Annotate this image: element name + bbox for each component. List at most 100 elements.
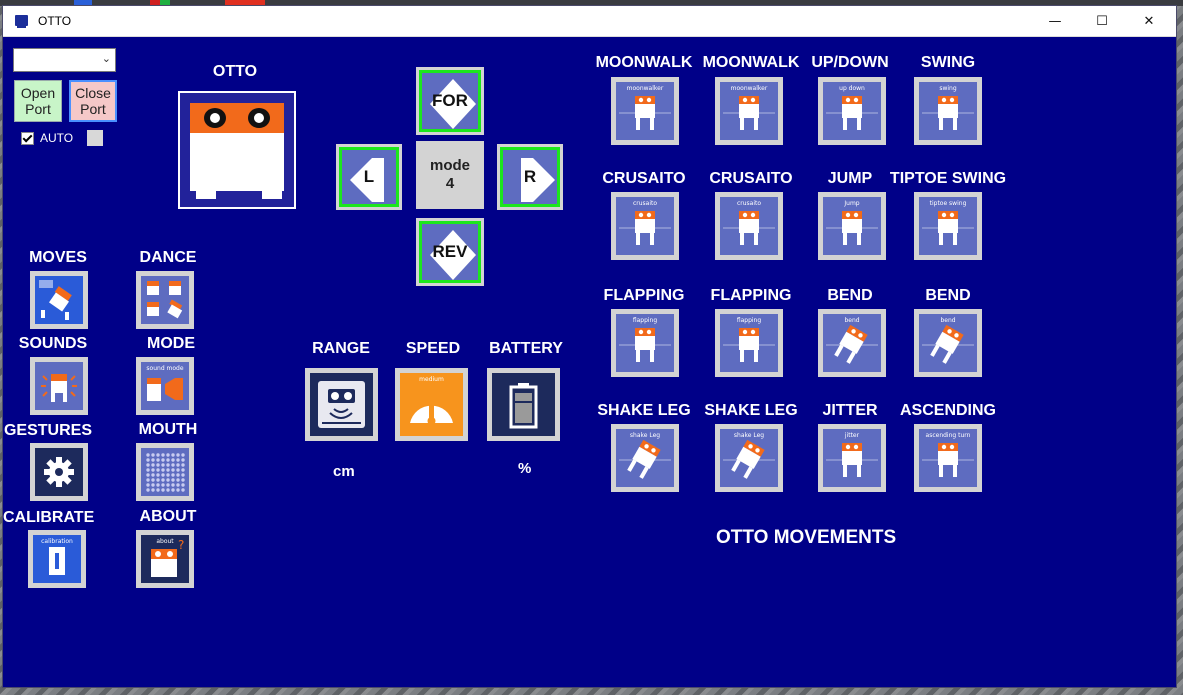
calibration-icon: calibration: [33, 535, 81, 583]
close-window-button[interactable]: ✕: [1126, 6, 1172, 36]
auto-checkbox[interactable]: [21, 131, 34, 145]
mini-caption: calibration: [41, 538, 73, 545]
auto-checkbox-row[interactable]: AUTO: [21, 131, 73, 145]
speedometer-icon: medium: [400, 373, 463, 436]
movement-label: MOONWALK: [702, 54, 800, 71]
menu-dance-button[interactable]: [136, 271, 194, 329]
menu-sounds-button[interactable]: [30, 357, 88, 415]
movement-label: SWING: [920, 54, 976, 71]
battery-unit: %: [518, 460, 532, 477]
close-port-label-1: Close: [75, 85, 111, 101]
client-area: ⌄ Open Port Close Port AUTO OTTO MOVES D…: [3, 37, 1176, 687]
menu-about-button[interactable]: ? about: [136, 530, 194, 588]
speed-level: medium: [419, 376, 444, 383]
app-icon: [15, 15, 28, 28]
movement-mini-caption: up down: [839, 85, 865, 92]
menu-label-moves: MOVES: [29, 249, 87, 266]
movement-mini-caption: moonwalker: [626, 85, 664, 92]
movement-label: TIPTOE SWING: [889, 170, 1007, 187]
menu-mouth-button[interactable]: [136, 443, 194, 501]
movement-mini-caption: flapping: [736, 317, 762, 324]
otto-head: [190, 103, 284, 133]
menu-mode-button[interactable]: sound mode: [136, 357, 194, 415]
sounds-icon: [35, 362, 83, 410]
battery-tile[interactable]: [487, 368, 560, 441]
movement-label: MOONWALK: [595, 54, 693, 71]
menu-moves-button[interactable]: [30, 271, 88, 329]
movement-button[interactable]: flapping: [715, 309, 783, 377]
robot-pose-icon: up down: [823, 82, 881, 140]
speed-tile[interactable]: medium: [395, 368, 468, 441]
menu-label-dance: DANCE: [139, 249, 197, 266]
movement-mini-caption: bend: [940, 317, 956, 324]
mode-icon: sound mode: [141, 362, 189, 410]
movement-button[interactable]: ascending turn: [914, 424, 982, 492]
mini-caption: sound mode: [146, 365, 184, 372]
speed-label: SPEED: [405, 340, 461, 357]
movement-button[interactable]: crusaito: [611, 192, 679, 260]
forward-button[interactable]: FOR: [416, 67, 484, 135]
about-icon: ? about: [141, 535, 189, 583]
menu-label-sounds: SOUNDS: [18, 335, 88, 352]
otto-title: OTTO: [212, 63, 258, 80]
movement-mini-caption: shake Leg: [629, 432, 661, 439]
maximize-button[interactable]: ☐: [1079, 6, 1125, 36]
mini-caption: about: [156, 538, 174, 545]
close-port-button[interactable]: Close Port: [69, 80, 117, 122]
otto-logo: [178, 91, 296, 209]
movement-button[interactable]: moonwalker: [715, 77, 783, 145]
open-port-button[interactable]: Open Port: [14, 80, 62, 122]
movement-mini-caption: jitter: [844, 432, 860, 439]
movement-button[interactable]: tiptoe swing: [914, 192, 982, 260]
movement-label: ASCENDING: [899, 402, 996, 419]
otto-body: [190, 133, 284, 191]
movement-button[interactable]: up down: [818, 77, 886, 145]
movement-mini-caption: Jump: [844, 200, 860, 207]
minimize-button[interactable]: —: [1032, 6, 1078, 36]
range-tile[interactable]: [305, 368, 378, 441]
robot-pose-icon: swing: [919, 82, 977, 140]
menu-label-gestures: GESTURES: [3, 422, 92, 439]
movement-button[interactable]: jitter: [818, 424, 886, 492]
window-title: OTTO: [38, 14, 72, 28]
mode-display: mode 4: [416, 141, 484, 209]
right-button[interactable]: R: [497, 144, 563, 210]
movement-mini-caption: shake Leg: [733, 432, 765, 439]
robot-pose-icon: tiptoe swing: [919, 197, 977, 255]
battery-icon: [492, 373, 555, 436]
chevron-down-icon[interactable]: ⌄: [102, 52, 111, 65]
movement-label: UP/DOWN: [811, 54, 889, 71]
reverse-label: REV: [432, 242, 468, 261]
movement-mini-caption: bend: [844, 317, 860, 324]
open-port-label-1: Open: [20, 85, 56, 101]
movement-label: CRUSAITO: [709, 170, 793, 187]
left-button[interactable]: L: [336, 144, 402, 210]
menu-calibrate-button[interactable]: calibration: [28, 530, 86, 588]
movement-button[interactable]: shake Leg: [611, 424, 679, 492]
close-port-label-2: Port: [80, 101, 106, 117]
menu-gestures-button[interactable]: [30, 443, 88, 501]
port-select[interactable]: ⌄: [13, 48, 116, 72]
robot-pose-icon: flapping: [720, 314, 778, 372]
left-label: L: [363, 167, 375, 186]
movement-button[interactable]: swing: [914, 77, 982, 145]
movement-button[interactable]: flapping: [611, 309, 679, 377]
menu-label-about: ABOUT: [139, 508, 197, 525]
movement-label: FLAPPING: [710, 287, 792, 304]
robot-pose-icon: Jump: [823, 197, 881, 255]
movement-mini-caption: tiptoe swing: [929, 200, 967, 207]
robot-pose-icon: bend: [823, 314, 881, 372]
mode-label: mode: [429, 157, 470, 174]
movement-button[interactable]: shake Leg: [715, 424, 783, 492]
movement-button[interactable]: Jump: [818, 192, 886, 260]
reverse-button[interactable]: REV: [416, 218, 484, 286]
movement-button[interactable]: bend: [914, 309, 982, 377]
movement-button[interactable]: moonwalker: [611, 77, 679, 145]
menu-label-mouth: MOUTH: [138, 421, 198, 438]
movement-label: CRUSAITO: [602, 170, 686, 187]
range-label: RANGE: [312, 340, 370, 357]
movement-button[interactable]: bend: [818, 309, 886, 377]
range-unit: cm: [333, 463, 355, 480]
movement-label: SHAKE LEG: [704, 402, 798, 419]
movement-button[interactable]: crusaito: [715, 192, 783, 260]
